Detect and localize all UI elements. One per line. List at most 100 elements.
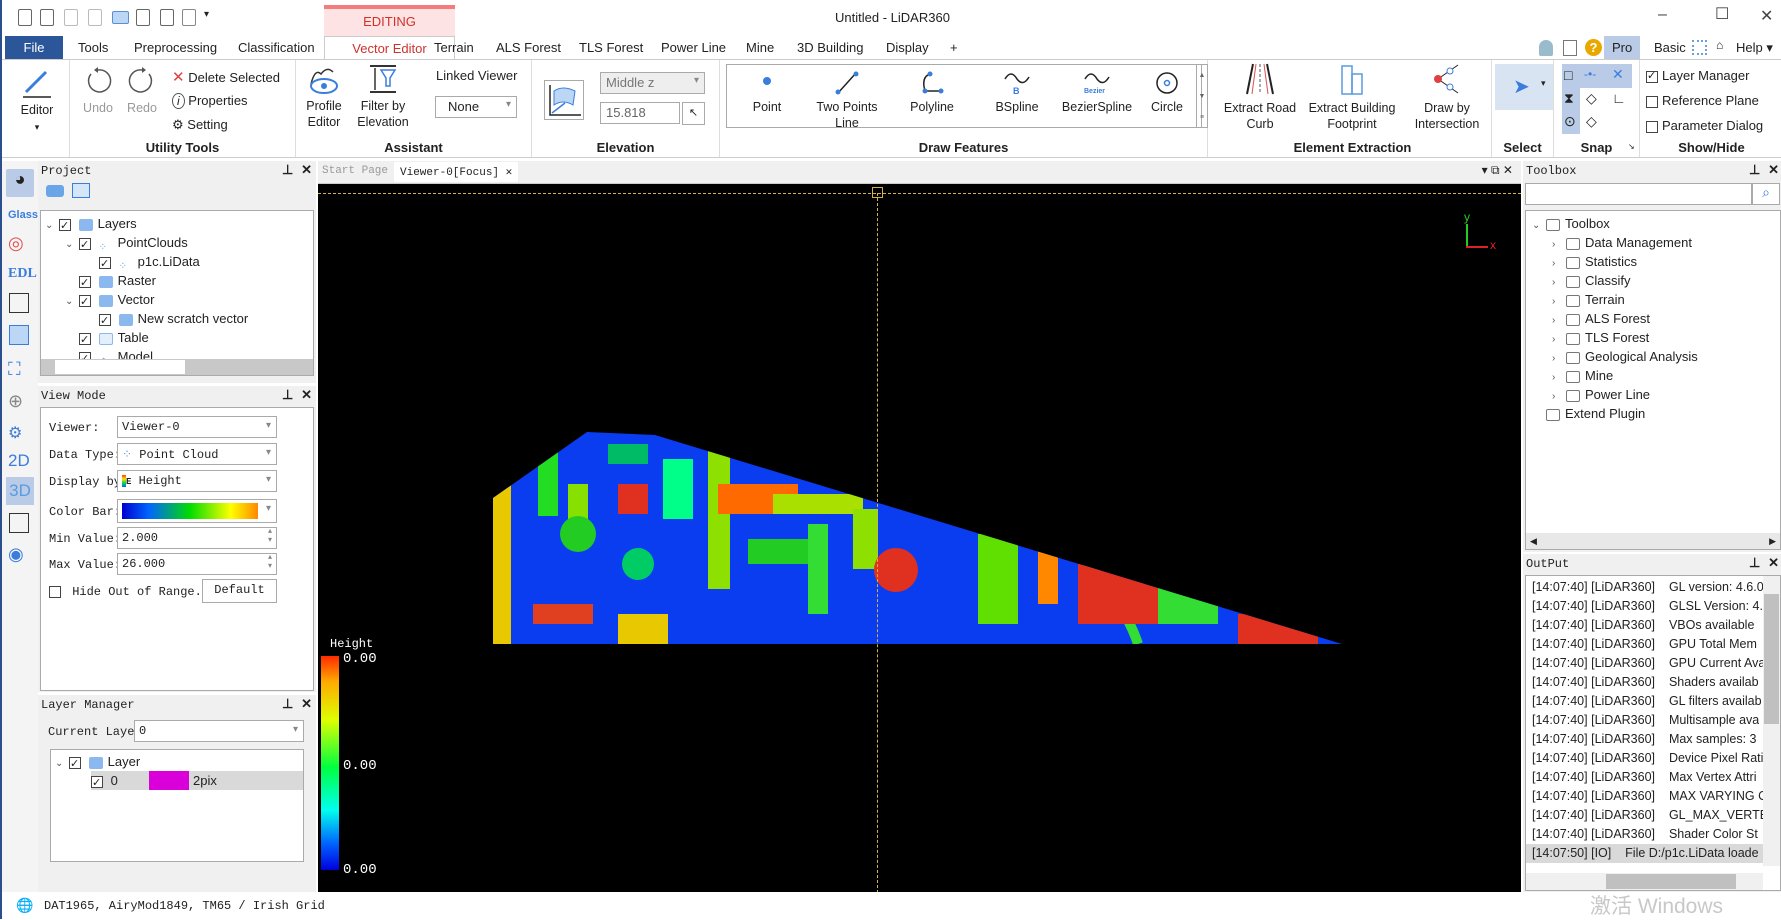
point-style-palette-icon[interactable]: ◕ — [6, 169, 34, 197]
tree-item-layers[interactable]: ⌄ Layers — [45, 214, 137, 236]
add-box-icon[interactable] — [9, 325, 29, 345]
color-bar-dropdown[interactable] — [117, 499, 277, 523]
snap-midpoint-icon[interactable]: -•- — [1584, 67, 1596, 81]
view-2d-button[interactable]: 2D — [8, 451, 30, 471]
glass-button[interactable]: Glass — [8, 209, 38, 221]
toolbox-item[interactable]: › Power Line — [1552, 385, 1650, 404]
toolbox-item-extend-plugin[interactable]: Extend Plugin — [1546, 404, 1645, 423]
select-dropdown-icon[interactable]: ▾ — [1541, 78, 1546, 89]
view-3d-button[interactable]: 3D — [6, 477, 34, 505]
checkbox-checked[interactable] — [79, 274, 91, 293]
close-icon[interactable]: ✕ — [1760, 6, 1773, 26]
expand-icon[interactable]: ⌄ — [65, 292, 79, 311]
expand-icon[interactable]: ⌄ — [45, 216, 59, 235]
toolbox-search-input[interactable] — [1525, 183, 1752, 205]
pin-close-icons[interactable]: ⊥ ✕ — [282, 386, 312, 406]
select-tool-button[interactable]: ➤ ▾ — [1495, 64, 1553, 110]
tree-item-raster[interactable]: Raster — [79, 271, 156, 293]
undo-button[interactable]: Undo — [78, 66, 118, 116]
screenshot-icon[interactable] — [1692, 40, 1707, 55]
tab-mine[interactable]: Mine — [738, 36, 782, 60]
draw-point-button[interactable]: Point — [737, 71, 797, 115]
rotate-globe-icon[interactable]: ⊕ — [8, 391, 23, 412]
close-tab-icon[interactable]: ✕ — [506, 167, 513, 179]
toolbox-root[interactable]: ⌄ Toolbox — [1532, 214, 1610, 233]
tab-start-page[interactable]: Start Page — [322, 165, 388, 177]
draw-bspline-button[interactable]: B BSpline — [982, 71, 1052, 115]
draw-bezier-spline-button[interactable]: Bezier BezierSpline — [1057, 71, 1137, 115]
checkbox-checked[interactable] — [79, 236, 91, 255]
tab-terrain[interactable]: Terrain — [426, 36, 482, 60]
layer-root-row[interactable]: ⌄ Layer — [55, 752, 140, 774]
minimize-icon[interactable]: – — [1658, 6, 1667, 24]
checkbox-checked[interactable] — [79, 331, 91, 350]
tab-als-forest[interactable]: ALS Forest — [488, 36, 569, 60]
layers-icon[interactable] — [46, 185, 64, 197]
snap-tangent-icon[interactable]: ◇ — [1586, 113, 1597, 130]
windows-icon[interactable] — [72, 183, 90, 198]
pin-close-icons[interactable]: ⊥ ✕ — [1749, 554, 1779, 574]
expand-icon[interactable]: ⌄ — [65, 235, 79, 254]
tab-preprocessing[interactable]: Preprocessing — [126, 36, 225, 60]
tab-file[interactable]: File — [5, 36, 63, 60]
collapse-ribbon-icon[interactable]: ⌂ — [1716, 38, 1723, 52]
linked-viewer-dropdown[interactable]: None — [435, 96, 517, 118]
help-question-icon[interactable]: ? — [1585, 39, 1602, 56]
tree-item-p1c-lidata[interactable]: ⁘ p1c.LiData — [99, 252, 200, 274]
tree-item-table[interactable]: Table — [79, 328, 149, 350]
elevation-plane-button[interactable] — [544, 80, 584, 120]
pin-close-icons[interactable]: ⊥ ✕ — [1749, 161, 1779, 181]
add-viewer-icon[interactable] — [9, 513, 29, 533]
horizontal-scrollbar[interactable] — [41, 359, 313, 375]
toolbox-item[interactable]: › Mine — [1552, 366, 1613, 385]
draw-polyline-button[interactable]: Polyline — [897, 71, 967, 115]
search-icon[interactable]: ⌕ — [1752, 183, 1780, 205]
maximize-icon[interactable]: ☐ — [1715, 4, 1729, 24]
edl-button[interactable]: EDL — [8, 266, 37, 282]
crosshair-handle[interactable] — [872, 187, 883, 198]
extract-building-footprint-button[interactable]: Extract Building Footprint — [1302, 62, 1402, 132]
draw-two-points-line-button[interactable]: Two Points Line — [807, 71, 887, 131]
tree-item-new-scratch-vector[interactable]: New scratch vector — [99, 309, 248, 331]
hide-out-of-range-checkbox[interactable]: Hide Out of Range. — [49, 585, 202, 599]
properties-button[interactable]: i Properties — [172, 93, 248, 109]
toolbox-item[interactable]: › Geological Analysis — [1552, 347, 1698, 366]
tab-tls-forest[interactable]: TLS Forest — [571, 36, 651, 60]
draw-circle-button[interactable]: Circle — [1137, 71, 1197, 115]
vertical-scrollbar[interactable] — [1763, 576, 1780, 866]
reference-plane-checkbox[interactable]: Reference Plane — [1646, 93, 1759, 108]
snap-hourglass-icon[interactable]: ⧗ — [1564, 90, 1574, 107]
snap-perpendicular-icon[interactable]: ∟ — [1612, 90, 1626, 106]
tree-item-pointclouds[interactable]: ⌄ ⁘ PointClouds — [65, 233, 188, 255]
gallery-scroll[interactable]: ▲ ▼ ≡ — [1196, 64, 1208, 128]
profile-view-icon[interactable]: ◉ — [8, 544, 24, 565]
elevation-value-input[interactable]: 15.818 — [600, 102, 680, 124]
toolbox-item[interactable]: › Statistics — [1552, 252, 1637, 271]
tree-item-vector[interactable]: ⌄ Vector — [65, 290, 154, 312]
current-layer-dropdown[interactable]: 0 — [134, 720, 304, 742]
toolbox-item[interactable]: › TLS Forest — [1552, 328, 1649, 347]
draw-by-intersection-button[interactable]: Draw by Intersection — [1406, 62, 1488, 132]
expand-icon[interactable]: ⌄ — [1532, 216, 1546, 235]
pick-elevation-button[interactable]: ↖ — [682, 102, 705, 125]
checkbox-checked[interactable] — [79, 293, 91, 312]
pin-close-icons[interactable]: ⊥ ✕ — [282, 161, 312, 181]
tab-tools[interactable]: Tools — [70, 36, 116, 60]
bounding-box-icon[interactable] — [9, 293, 29, 313]
checkbox-checked[interactable] — [69, 755, 81, 774]
toolbox-item[interactable]: › ALS Forest — [1552, 309, 1650, 328]
3d-viewer-canvas[interactable]: y x Height 0.00 0.00 0.00 — [318, 184, 1521, 892]
setting-button[interactable]: ⚙ Setting — [172, 117, 228, 133]
horizontal-scrollbar[interactable]: ◀ ▶ — [1526, 533, 1780, 549]
default-button[interactable]: Default — [202, 579, 277, 603]
display-by-dropdown[interactable]: E Height — [117, 470, 277, 492]
pro-mode-button[interactable]: Pro — [1604, 36, 1641, 60]
data-type-dropdown[interactable]: ⁘ Point Cloud — [117, 443, 277, 465]
viewer-window-controls[interactable]: ▾ ⧉ ✕ — [1482, 163, 1513, 178]
help-menu[interactable]: Help ▾ — [1728, 36, 1781, 60]
min-value-spinbox[interactable]: 2.000 — [117, 527, 277, 549]
tab-power-line[interactable]: Power Line — [653, 36, 734, 60]
layer-color-swatch[interactable] — [149, 771, 189, 790]
delete-selected-button[interactable]: ✕ Delete Selected — [172, 68, 280, 86]
checkbox-checked[interactable] — [59, 217, 71, 236]
